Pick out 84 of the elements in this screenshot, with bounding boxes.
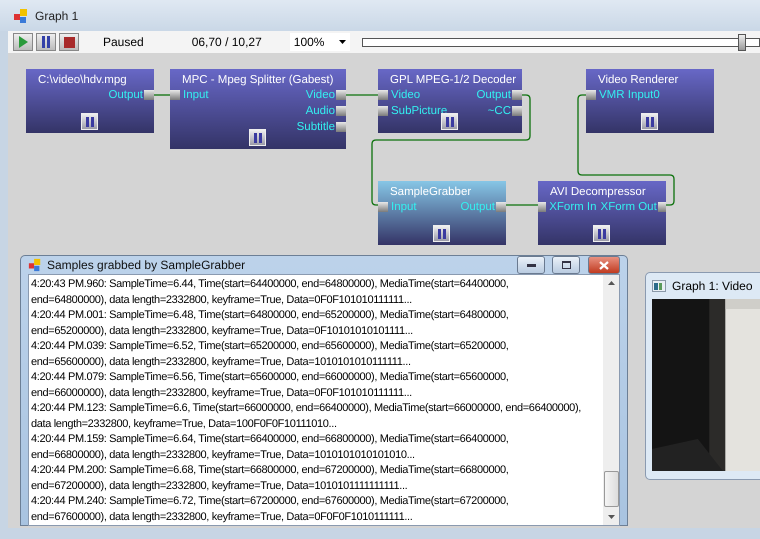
pin-icon[interactable]: [336, 90, 346, 100]
filter-node[interactable]: C:\video\hdv.mpg Output: [26, 69, 154, 133]
node-title: AVI Decompressor: [550, 186, 646, 198]
maximize-icon: [562, 261, 570, 269]
video-icon: [652, 280, 666, 292]
minimize-icon: [526, 264, 536, 266]
window-title: Graph 1: Video: [672, 279, 753, 293]
log-line: 4:20:44 PM.200: SampleTime=6.68, Time(start=66800000, end=67200000), MediaTime(start=66800000,: [31, 463, 510, 478]
node-title: MPC - Mpeg Splitter (Gabest): [182, 74, 334, 86]
seek-slider[interactable]: [362, 34, 760, 50]
pin-icon[interactable]: [586, 90, 596, 100]
play-icon: [18, 36, 28, 48]
pin-icon[interactable]: [378, 202, 388, 212]
pin-label: Output: [108, 89, 143, 101]
log-line: end=65600000), data length=2332800, keyframe=True, Data=1010101010111111...: [31, 354, 412, 370]
filter-node[interactable]: Video Renderer VMR Input0: [586, 69, 714, 133]
caret-icon: [338, 40, 346, 44]
app-icon: [13, 8, 29, 24]
pin-label: Output: [460, 201, 495, 213]
node-title: GPL MPEG-1/2 Decoder: [390, 74, 516, 86]
log-line: 4:20:44 PM.123: SampleTime=6.6, Time(start=66000000, end=66400000), MediaTime(start=66000000, end=66400000),: [31, 401, 582, 416]
log-line: 4:20:43 PM.960: SampleTime=6.44, Time(start=64400000, end=64800000), MediaTime(start=64400000,: [31, 277, 510, 292]
pin-icon[interactable]: [378, 90, 388, 100]
minimize-button[interactable]: [517, 256, 545, 274]
log-line: end=64800000), data length=2332800, keyframe=True, Data=0F0F101010111111...: [31, 292, 413, 308]
node-title: C:\video\hdv.mpg: [38, 74, 127, 86]
node-title: Video Renderer: [598, 74, 678, 86]
pin-icon[interactable]: [496, 202, 506, 212]
pin-label: SubPicture: [391, 105, 448, 117]
play-button[interactable]: [13, 33, 33, 51]
pin-label: Input: [183, 89, 209, 101]
maximize-button[interactable]: [552, 256, 580, 274]
log-line: end=65200000), data length=2332800, keyframe=True, Data=0F10101010101111...: [31, 324, 414, 338]
filter-node[interactable]: MPC - Mpeg Splitter (Gabest) Input Video Audio Subtitle: [170, 69, 346, 149]
stop-button[interactable]: [59, 33, 79, 51]
playback-state: Paused: [103, 35, 144, 49]
pin-icon[interactable]: [538, 202, 546, 212]
pin-icon[interactable]: [378, 106, 388, 116]
scroll-up-icon[interactable]: [608, 281, 614, 285]
filter-node[interactable]: AVI Decompressor XForm In XForm Out: [538, 181, 666, 245]
pin-icon[interactable]: [336, 122, 346, 132]
filter-node[interactable]: GPL MPEG-1/2 Decoder Video Output SubPicture ~CC: [378, 69, 522, 133]
log-line: end=67200000), data length=2332800, keyframe=True, Data=1010101111111111...: [31, 478, 408, 494]
pause-icon: [41, 36, 51, 48]
scroll-down-icon[interactable]: [608, 515, 614, 519]
log-line: 4:20:44 PM.039: SampleTime=6.52, Time(start=65200000, end=65600000), MediaTime(start=65200000,: [31, 339, 510, 354]
pin-label: Video: [391, 89, 420, 101]
log-line: end=66800000), data length=2332800, keyframe=True, Data=1010101010101010...: [31, 448, 416, 462]
log-line: 4:20:44 PM.159: SampleTime=6.64, Time(start=66400000, end=66800000), MediaTime(start=66400000,: [31, 432, 510, 447]
close-button[interactable]: [588, 256, 620, 274]
pin-label: Audio: [306, 105, 335, 117]
pin-icon[interactable]: [658, 202, 666, 212]
pin-label: XForm In: [549, 201, 597, 213]
pin-icon[interactable]: [336, 106, 346, 116]
pin-icon[interactable]: [144, 90, 154, 100]
pin-label: Input: [391, 201, 417, 213]
scrollbar-thumb[interactable]: [604, 471, 618, 507]
pin-label: Output: [476, 89, 511, 101]
pin-label: Subtitle: [296, 121, 335, 133]
log-line: 4:20:44 PM.001: SampleTime=6.48, Time(start=64800000, end=65200000), MediaTime(start=64800000,: [31, 308, 510, 323]
window-title: Samples grabbed by SampleGrabber: [47, 258, 246, 272]
log-line: 4:20:44 PM.240: SampleTime=6.72, Time(start=67200000, end=67600000), MediaTime(start=67200000,: [31, 494, 510, 509]
pin-icon[interactable]: [512, 106, 522, 116]
node-title: SampleGrabber: [390, 186, 472, 198]
pause-button[interactable]: [36, 33, 56, 51]
close-icon: [599, 260, 609, 270]
position-readout: 06,70 / 10,27: [192, 35, 262, 49]
pin-icon[interactable]: [170, 90, 180, 100]
app-icon: [28, 258, 42, 272]
connector-line: [154, 94, 170, 96]
scrollbar[interactable]: [603, 275, 619, 525]
pin-label: Video: [306, 89, 335, 101]
window-title: Graph 1: [35, 8, 78, 22]
pin-label: XForm Out: [600, 201, 657, 213]
pin-icon[interactable]: [512, 90, 522, 100]
slider-thumb[interactable]: [738, 34, 746, 50]
zoom-dropdown[interactable]: 100%: [290, 33, 350, 51]
stop-icon: [64, 36, 74, 48]
log-line: end=67600000), data length=2332800, keyframe=True, Data=0F0F0F1010111111...: [31, 510, 414, 524]
pin-label: ~CC: [488, 105, 511, 117]
log-line: data length=2332800, keyframe=True, Data=100F0F0F10111010...: [31, 416, 338, 432]
pin-label: VMR Input0: [599, 89, 660, 101]
log-line: 4:20:44 PM.079: SampleTime=6.56, Time(start=65600000, end=66000000), MediaTime(start=65600000,: [31, 370, 510, 385]
log-line: end=66000000), data length=2332800, keyframe=True, Data=0F0F101010111111...: [31, 386, 413, 400]
